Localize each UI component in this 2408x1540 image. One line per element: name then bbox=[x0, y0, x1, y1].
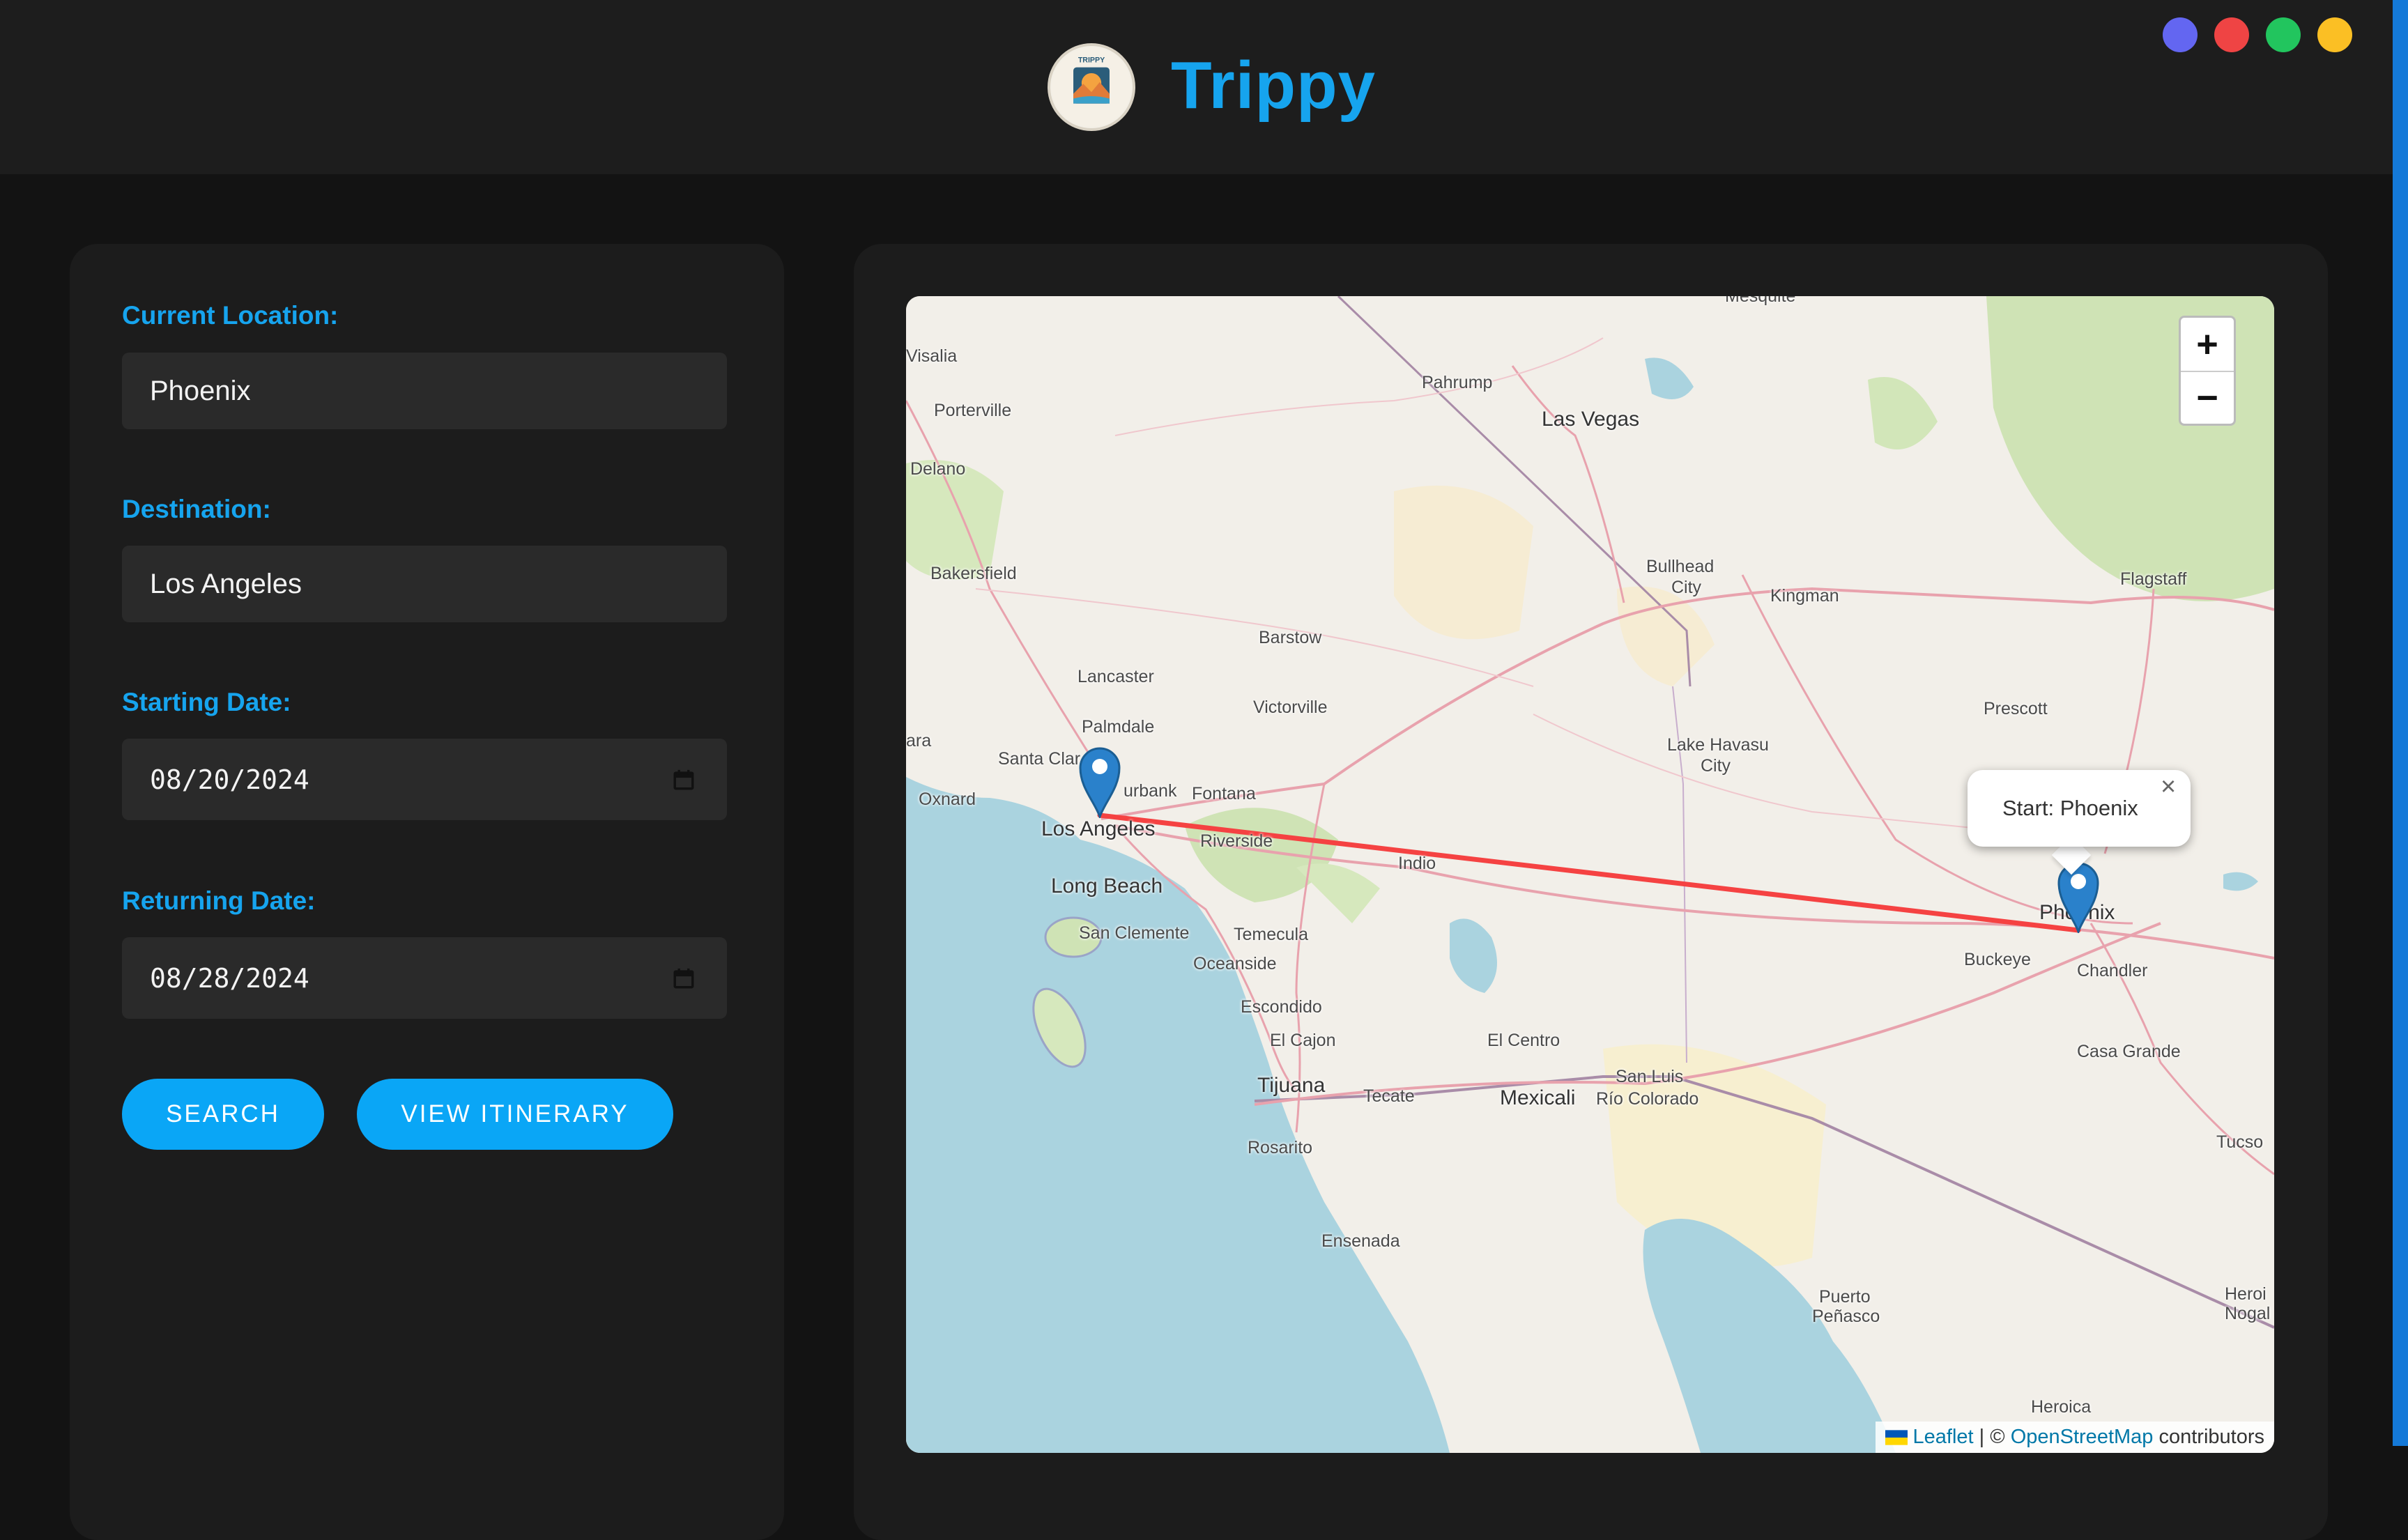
city-label: Nogal bbox=[2225, 1304, 2271, 1323]
ukraine-flag-icon bbox=[1885, 1429, 1908, 1445]
destination-input[interactable]: Los Angeles bbox=[122, 546, 727, 622]
leaflet-link[interactable]: Leaflet bbox=[1913, 1426, 1974, 1449]
trip-form-panel: Current Location: Phoenix Destination: L… bbox=[70, 244, 784, 1540]
city-label: Tecate bbox=[1363, 1086, 1415, 1106]
starting-date-label: Starting Date: bbox=[122, 688, 291, 716]
route-map[interactable]: Visalia Porterville Delano Bakersfield M… bbox=[906, 296, 2274, 1453]
city-label: Buckeye bbox=[1964, 950, 2031, 969]
city-label: San Luis bbox=[1616, 1067, 1684, 1086]
destination-value: Los Angeles bbox=[150, 568, 302, 599]
marker-popup: Start: Phoenix bbox=[1968, 770, 2191, 847]
city-label: Lancaster bbox=[1078, 667, 1154, 686]
city-label: Delano bbox=[910, 459, 966, 479]
city-label: Tucso bbox=[2216, 1132, 2264, 1152]
city-label: Pahrump bbox=[1422, 373, 1493, 392]
city-label: Victorville bbox=[1253, 698, 1328, 717]
city-label: Prescott bbox=[1984, 699, 2048, 718]
city-label: Bakersfield bbox=[930, 564, 1017, 583]
city-label: Palmdale bbox=[1082, 717, 1155, 737]
city-label: urbank bbox=[1124, 781, 1177, 801]
app-header: TRIPPY Trippy bbox=[0, 0, 2408, 174]
current-location-input[interactable]: Phoenix bbox=[122, 353, 727, 429]
city-label: El Centro bbox=[1487, 1031, 1560, 1050]
city-label: ara bbox=[906, 731, 932, 750]
city-label: Casa Grande bbox=[2077, 1042, 2181, 1061]
view-itinerary-button[interactable]: VIEW ITINERARY bbox=[357, 1079, 673, 1150]
city-label: Riverside bbox=[1200, 831, 1273, 851]
map-attribution: Leaflet | © OpenStreetMap contributors bbox=[1875, 1422, 2274, 1453]
city-label: Ensenada bbox=[1321, 1231, 1400, 1251]
popup-text: Start: Phoenix bbox=[2002, 796, 2138, 820]
city-label: Tijuana bbox=[1257, 1074, 1326, 1097]
city-label: Indio bbox=[1398, 854, 1436, 873]
zoom-control: + − bbox=[2179, 316, 2236, 426]
zoom-out-button[interactable]: − bbox=[2181, 371, 2234, 424]
calendar-icon[interactable] bbox=[672, 768, 696, 792]
city-label: Oceanside bbox=[1193, 954, 1277, 973]
returning-date-label: Returning Date: bbox=[122, 886, 316, 915]
start-marker-icon[interactable] bbox=[2056, 861, 2101, 933]
city-label: El Cajon bbox=[1270, 1031, 1336, 1050]
window-controls bbox=[2163, 17, 2352, 52]
city-label: Visalia bbox=[906, 346, 958, 366]
calendar-icon[interactable] bbox=[672, 967, 696, 990]
city-label: Heroica bbox=[2031, 1397, 2092, 1417]
city-label: Flagstaff bbox=[2120, 569, 2187, 589]
city-label: Chandler bbox=[2077, 961, 2148, 980]
city-label: Peñasco bbox=[1812, 1307, 1880, 1326]
city-label: Puerto bbox=[1819, 1287, 1871, 1307]
map-panel: Visalia Porterville Delano Bakersfield M… bbox=[854, 244, 2328, 1540]
green-dot[interactable] bbox=[2266, 17, 2301, 52]
city-label: Bullhead bbox=[1646, 557, 1715, 576]
city-label: Barstow bbox=[1259, 628, 1322, 647]
starting-date-value: 08/20/2024 bbox=[150, 764, 309, 795]
current-location-value: Phoenix bbox=[150, 375, 251, 406]
city-label: Mesquite bbox=[1725, 296, 1796, 306]
city-label: Las Vegas bbox=[1542, 408, 1640, 431]
starting-date-input[interactable]: 08/20/2024 bbox=[122, 739, 727, 820]
city-label: Long Beach bbox=[1051, 875, 1163, 898]
trippy-logo: TRIPPY bbox=[1048, 43, 1135, 131]
returning-date-input[interactable]: 08/28/2024 bbox=[122, 937, 727, 1019]
city-label: City bbox=[1701, 756, 1731, 776]
purple-dot[interactable] bbox=[2163, 17, 2198, 52]
city-label: Santa Clar bbox=[998, 749, 1081, 769]
city-label: Lake Havasu bbox=[1667, 735, 1769, 755]
search-button[interactable]: SEARCH bbox=[122, 1079, 324, 1150]
destination-label: Destination: bbox=[122, 495, 271, 523]
city-label: Escondido bbox=[1241, 997, 1322, 1017]
city-label: Kingman bbox=[1770, 586, 1839, 606]
city-label: Heroi bbox=[2225, 1284, 2267, 1304]
city-label: Oxnard bbox=[919, 790, 976, 809]
city-label: Mexicali bbox=[1500, 1086, 1576, 1109]
openstreetmap-link[interactable]: OpenStreetMap bbox=[2011, 1426, 2154, 1449]
current-location-label: Current Location: bbox=[122, 301, 339, 330]
red-dot[interactable] bbox=[2214, 17, 2249, 52]
city-label: Fontana bbox=[1192, 784, 1256, 803]
popup-close-icon[interactable]: × bbox=[2161, 772, 2176, 802]
yellow-dot[interactable] bbox=[2317, 17, 2352, 52]
city-label: City bbox=[1671, 578, 1702, 597]
city-label: Río Colorado bbox=[1596, 1089, 1699, 1109]
city-label: San Clemente bbox=[1079, 923, 1190, 943]
city-label: Porterville bbox=[934, 401, 1012, 420]
zoom-in-button[interactable]: + bbox=[2181, 318, 2234, 371]
city-label: Temecula bbox=[1234, 925, 1308, 944]
attribution-separator: | © bbox=[1973, 1426, 2011, 1448]
app-title: Trippy bbox=[1171, 48, 1376, 123]
svg-text:TRIPPY: TRIPPY bbox=[1078, 56, 1105, 65]
destination-marker-icon[interactable] bbox=[1078, 746, 1122, 818]
city-label: Rosarito bbox=[1248, 1138, 1313, 1157]
city-label: Los Angeles bbox=[1041, 817, 1156, 840]
attribution-suffix: contributors bbox=[2153, 1426, 2264, 1448]
returning-date-value: 08/28/2024 bbox=[150, 962, 309, 994]
scrollbar[interactable] bbox=[2393, 0, 2408, 1446]
